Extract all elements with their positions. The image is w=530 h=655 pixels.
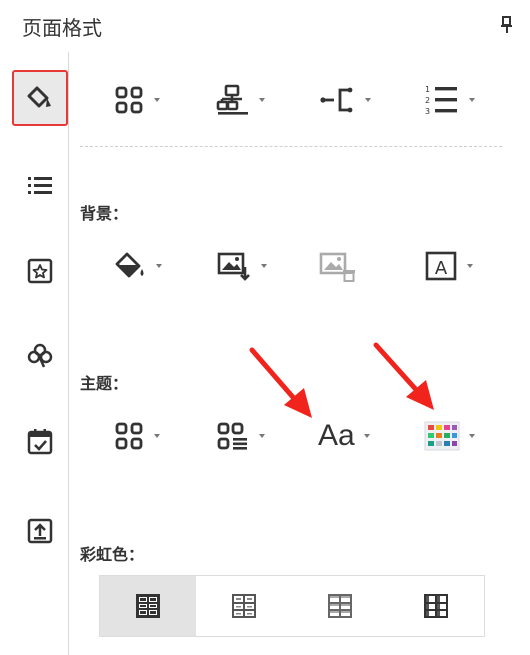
rainbow-options — [99, 575, 485, 637]
rainbow-grid-icon — [136, 594, 160, 618]
fill-bucket-icon — [115, 252, 144, 278]
chevron-down-icon — [259, 434, 265, 438]
chevron-down-icon — [261, 264, 267, 268]
font-icon: Aa — [318, 419, 355, 452]
paint-brush-icon — [27, 86, 51, 108]
structure-dropdown[interactable] — [216, 80, 265, 120]
rainbow-option-3[interactable] — [292, 576, 388, 636]
svg-text:1: 1 — [425, 85, 430, 94]
numbered-list-icon: 1 2 3 — [425, 85, 457, 116]
svg-text:2: 2 — [425, 96, 430, 105]
remove-background-image-icon — [319, 252, 355, 282]
layout-dropdown[interactable] — [113, 80, 160, 120]
sidebar-item-outline[interactable] — [12, 158, 68, 214]
chevron-down-icon — [365, 98, 371, 102]
annotation-arrow-icon — [249, 347, 312, 418]
fill-dropdown[interactable] — [113, 246, 162, 286]
sidebar-item-clipart[interactable] — [12, 328, 68, 384]
chevron-down-icon — [154, 98, 160, 102]
sidebar-divider — [68, 52, 69, 655]
numbering-dropdown[interactable]: 1 2 3 — [424, 80, 475, 120]
chevron-down-icon — [469, 98, 475, 102]
theme-list-icon — [217, 422, 247, 450]
sidebar-item-icons[interactable] — [12, 243, 68, 299]
chevron-down-icon — [467, 264, 473, 268]
theme-section-label: 主题： — [80, 374, 129, 393]
chevron-down-icon — [259, 98, 265, 102]
theme-dropdown[interactable] — [113, 416, 160, 456]
export-icon — [27, 518, 53, 544]
theme-font-dropdown[interactable]: Aa — [318, 416, 370, 456]
sidebar-item-task[interactable] — [12, 414, 68, 470]
org-structure-icon — [216, 84, 248, 115]
rainbow-section-label: 彩虹色： — [80, 545, 145, 564]
layout-grid-icon — [115, 86, 143, 114]
theme-grid-icon — [115, 422, 143, 450]
rainbow-option-4[interactable] — [388, 576, 484, 636]
sidebar-item-export[interactable] — [12, 503, 68, 559]
watermark-icon: A — [425, 251, 457, 281]
rainbow-option-1[interactable] — [100, 576, 196, 636]
badge-icon — [27, 258, 53, 284]
list-icon — [28, 177, 52, 194]
chevron-down-icon — [154, 434, 160, 438]
sidebar-item-page-style[interactable] — [12, 70, 68, 126]
background-image-dropdown[interactable] — [216, 246, 267, 286]
connector-dropdown[interactable] — [318, 80, 371, 120]
watermark-glyph: A — [435, 258, 448, 279]
theme-color-dropdown[interactable] — [424, 416, 475, 456]
annotation-arrow-icon — [373, 342, 434, 410]
rainbow-option-2[interactable] — [196, 576, 292, 636]
chevron-down-icon — [363, 434, 370, 438]
chevron-down-icon — [469, 434, 475, 438]
svg-text:3: 3 — [425, 107, 430, 116]
color-scheme-icon — [424, 421, 460, 451]
section-divider — [80, 146, 502, 147]
clover-icon — [27, 343, 53, 368]
rainbow-grid-icon — [424, 594, 448, 618]
pin-icon[interactable] — [500, 16, 514, 34]
background-section-label: 背景： — [80, 204, 129, 223]
rainbow-grid-icon — [232, 594, 256, 618]
chevron-down-icon — [156, 264, 162, 268]
connector-icon — [320, 87, 353, 113]
calendar-icon — [27, 429, 53, 455]
watermark-dropdown[interactable]: A — [424, 246, 473, 286]
rainbow-grid-icon — [328, 594, 352, 618]
panel-title: 页面格式 — [22, 16, 102, 40]
background-image-icon — [217, 252, 250, 281]
remove-background-image-button[interactable] — [318, 246, 356, 286]
